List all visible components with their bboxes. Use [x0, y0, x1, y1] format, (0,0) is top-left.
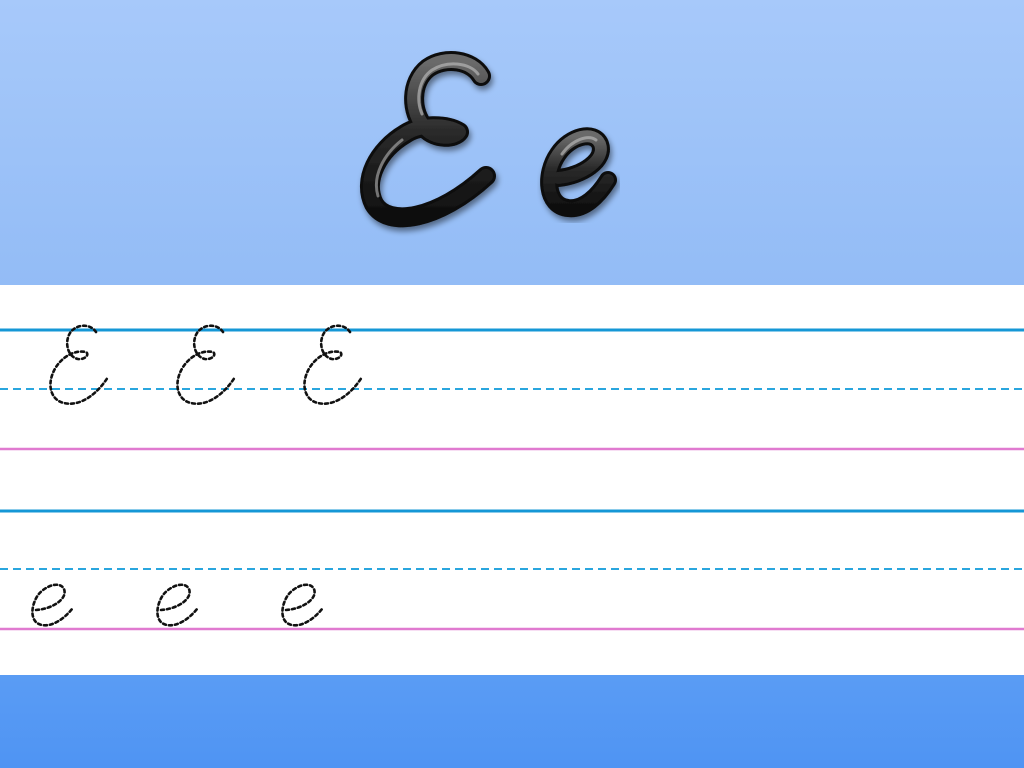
title-lowercase-e	[540, 127, 617, 218]
trace-lowercase-e[interactable]	[281, 583, 324, 627]
title-letters: E e	[360, 51, 617, 228]
uppercase-e-traces	[49, 324, 364, 405]
handwriting-worksheet: E e	[0, 0, 1024, 768]
title-uppercase-e	[360, 51, 496, 228]
footer-band	[0, 675, 1024, 768]
ruled-lines	[0, 324, 1024, 631]
lowercase-e-traces	[31, 583, 324, 627]
practice-area	[0, 285, 1024, 675]
trace-uppercase-e[interactable]	[49, 324, 110, 405]
trace-uppercase-e[interactable]	[303, 324, 364, 405]
title-banner: E e	[0, 0, 1024, 285]
trace-lowercase-e[interactable]	[156, 583, 199, 627]
trace-uppercase-e[interactable]	[176, 324, 237, 405]
trace-lowercase-e[interactable]	[31, 583, 74, 627]
